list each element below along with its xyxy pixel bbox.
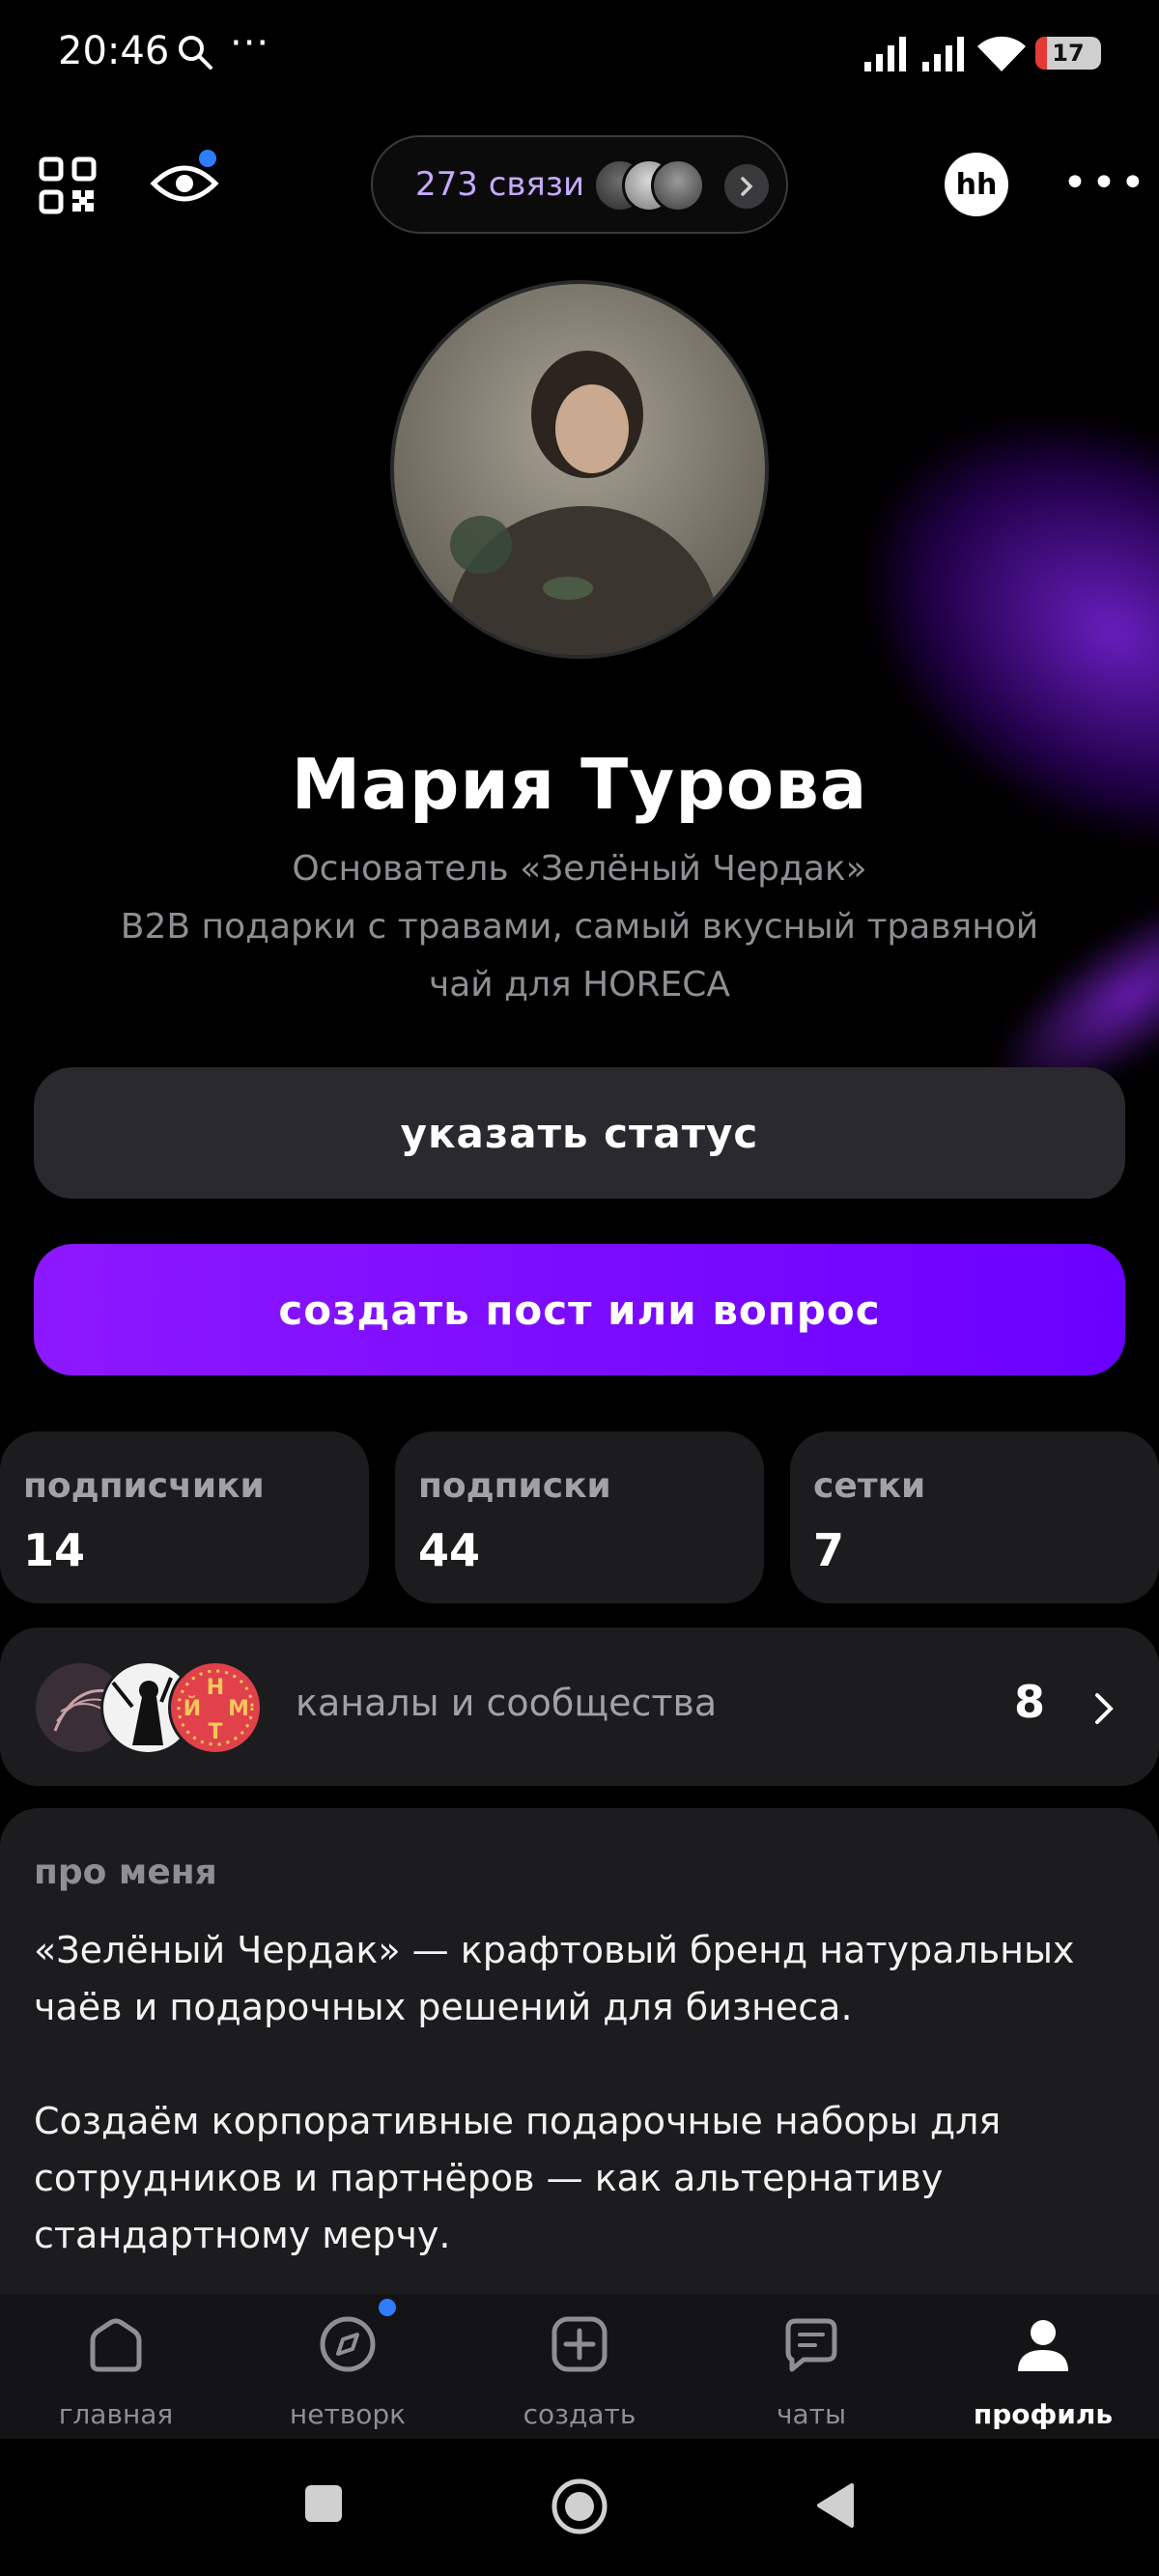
stat-label: подписчики [23, 1466, 265, 1506]
plus-square-icon [551, 2316, 608, 2372]
channel-avatar: Н Й М Т [168, 1660, 263, 1755]
home-icon [90, 2318, 142, 2372]
status-bar: 20:46 ··· 17 [0, 0, 1159, 106]
profile-name: Мария Турова [291, 744, 868, 825]
nav-label: профиль [973, 2398, 1114, 2430]
hh-button[interactable]: hh [945, 153, 1008, 216]
nav-item-profile[interactable]: профиль [947, 2294, 1140, 2439]
about-text: «Зелёный Чердак» — крафтовый бренд натур… [34, 1922, 1135, 2321]
channels-label: каналы и сообщества [296, 1682, 718, 1724]
set-status-button[interactable]: указать статус [34, 1067, 1125, 1199]
about-paragraph: Создаём корпоративные подарочные наборы … [34, 2100, 1002, 2256]
create-post-button[interactable]: создать пост или вопрос [34, 1244, 1125, 1375]
system-nav-bar [0, 2439, 1159, 2576]
badge-letter: Т [208, 1720, 222, 1744]
home-button-icon[interactable] [551, 2477, 608, 2535]
headline-line: чай для HORECA [428, 965, 731, 1005]
more-icon[interactable]: ••• [1062, 158, 1149, 208]
nav-label: чаты [776, 2398, 847, 2430]
battery-level: 17 [1052, 40, 1085, 67]
nav-item-chats[interactable]: чаты [715, 2294, 908, 2439]
profile-avatar[interactable] [390, 280, 769, 659]
connections-label: 273 связи [415, 165, 585, 204]
notification-dot [379, 2299, 396, 2316]
about-title: про меня [34, 1853, 217, 1892]
badge-letter: М [228, 1697, 249, 1721]
about-paragraph: «Зелёный Чердак» — крафтовый бренд натур… [34, 1929, 1075, 2028]
chat-icon [785, 2318, 837, 2372]
recent-apps-icon[interactable] [303, 2483, 344, 2524]
signal-icon [922, 37, 964, 71]
channels-count: 8 [1014, 1676, 1046, 1728]
channels-row[interactable]: Н Й М Т каналы и сообщества 8 [0, 1628, 1159, 1786]
profile-icon [1018, 2320, 1068, 2371]
profile-headline: Основатель «Зелёный Чердак» B2B подарки … [58, 840, 1101, 1014]
nav-item-create[interactable]: создать [483, 2294, 676, 2439]
about-section: про меня «Зелёный Чердак» — крафтовый бр… [0, 1808, 1159, 2349]
chevron-right-icon [724, 164, 769, 209]
back-icon[interactable] [813, 2481, 856, 2530]
nav-label: нетворк [289, 2398, 407, 2430]
notification-dot [199, 150, 216, 167]
avatar [651, 158, 705, 212]
search-icon [179, 36, 212, 70]
stat-value: 14 [23, 1524, 86, 1576]
nets-card[interactable]: сетки 7 [790, 1431, 1159, 1603]
followers-card[interactable]: подписчики 14 [0, 1431, 369, 1603]
stat-value: 44 [418, 1524, 481, 1576]
stat-label: подписки [418, 1466, 611, 1506]
nav-item-network[interactable]: нетворк [251, 2294, 444, 2439]
stat-value: 7 [813, 1524, 845, 1576]
chevron-right-icon [1095, 1693, 1114, 1724]
nav-label: главная [58, 2398, 174, 2430]
headline-line: B2B подарки с травами, самый вкусный тра… [120, 907, 1039, 947]
nav-label: создать [523, 2398, 636, 2430]
qr-code-icon[interactable] [39, 156, 97, 214]
badge-letter: Й [184, 1696, 201, 1721]
profile-photo [448, 351, 719, 655]
nav-item-home[interactable]: главная [19, 2294, 212, 2439]
clock: 20:46 [58, 29, 170, 73]
badge-letter: Н [207, 1676, 224, 1700]
compass-icon [320, 2316, 376, 2372]
headline-line: Основатель «Зелёный Чердак» [292, 849, 867, 889]
overflow-icon: ··· [230, 21, 270, 66]
following-card[interactable]: подписки 44 [395, 1431, 764, 1603]
bottom-nav: главная нетворк создать чаты профиль [0, 2294, 1159, 2439]
connections-button[interactable]: 273 связи [371, 135, 788, 234]
wifi-icon [977, 36, 1026, 71]
stat-label: сетки [813, 1466, 926, 1506]
signal-icon [864, 37, 906, 71]
battery-indicator: 17 [1035, 37, 1101, 70]
